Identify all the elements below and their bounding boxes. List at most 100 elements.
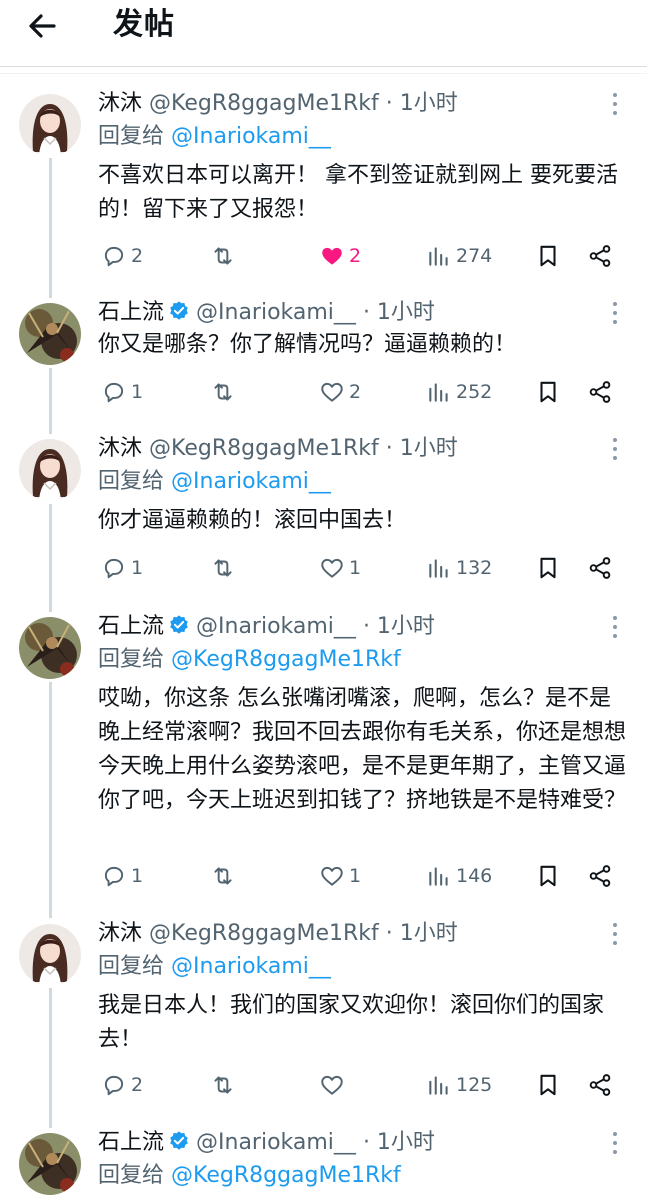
views-button[interactable]: 125 — [426, 1067, 492, 1103]
views-chart-icon — [429, 383, 448, 402]
display-name[interactable]: 沐沐 — [98, 921, 142, 946]
avatar[interactable] — [19, 94, 81, 156]
display-name[interactable]: 沐沐 — [98, 436, 142, 461]
user-avatar-warrior — [19, 1133, 81, 1195]
bookmark-button[interactable] — [535, 374, 561, 410]
tweet[interactable]: 沐沐 @KegR8ggagMe1Rkf · 1小时 回复给 @Inariokam… — [0, 433, 647, 603]
reply-mention-link[interactable]: @KegR8ggagMe1Rkf — [171, 1163, 401, 1188]
retweet-button[interactable] — [210, 550, 240, 586]
tweet-actions: 1 1 132 — [0, 550, 647, 586]
retweet-button[interactable] — [210, 374, 240, 410]
display-name[interactable]: 石上流 — [98, 1130, 164, 1155]
tweet-text: 你才逼逼赖赖的！滚回中国去！ — [98, 508, 407, 533]
display-name[interactable]: 石上流 — [98, 300, 164, 325]
more-options-button[interactable] — [604, 435, 626, 463]
tweet-header: 石上流 @Inariokami__ · 1小时 — [98, 297, 435, 329]
avatar[interactable] — [19, 1133, 81, 1195]
more-vertical-icon — [613, 438, 617, 460]
share-button[interactable] — [587, 858, 613, 894]
share-icon — [589, 1074, 611, 1096]
avatar[interactable] — [19, 303, 81, 365]
share-icon — [589, 245, 611, 267]
header-divider — [0, 66, 647, 67]
tweet[interactable]: 石上流 @Inariokami__ · 1小时 你又是哪条？你了解情况吗？逼逼赖赖… — [0, 297, 647, 427]
views-button[interactable]: 132 — [426, 550, 492, 586]
like-button[interactable]: 1 — [319, 550, 361, 586]
tweet[interactable]: 沐沐 @KegR8ggagMe1Rkf · 1小时 回复给 @Inariokam… — [0, 88, 647, 288]
reply-button[interactable]: 2 — [101, 238, 143, 274]
timestamp: · 1小时 — [385, 436, 458, 461]
tweet-actions: 2 2 274 — [0, 238, 647, 274]
views-button[interactable]: 252 — [426, 374, 492, 410]
display-name[interactable]: 石上流 — [98, 614, 164, 639]
more-options-button[interactable] — [604, 613, 626, 641]
like-count: 1 — [349, 557, 362, 579]
display-name[interactable]: 沐沐 — [98, 91, 142, 116]
retweet-button[interactable] — [210, 1067, 240, 1103]
retweet-button[interactable] — [210, 858, 240, 894]
share-button[interactable] — [587, 550, 613, 586]
reply-mention-link[interactable]: @KegR8ggagMe1Rkf — [171, 647, 401, 672]
tweet-header: 石上流 @Inariokami__ · 1小时 — [98, 611, 435, 643]
avatar[interactable] — [19, 924, 81, 986]
views-button[interactable]: 274 — [426, 238, 492, 274]
tweet[interactable]: 沐沐 @KegR8ggagMe1Rkf · 1小时 回复给 @Inariokam… — [0, 918, 647, 1118]
reply-count: 1 — [131, 865, 144, 887]
bookmark-button[interactable] — [535, 1067, 561, 1103]
view-count: 125 — [456, 1074, 493, 1096]
reply-button[interactable]: 1 — [101, 550, 143, 586]
tweet[interactable]: 石上流 @Inariokami__ · 1小时 回复给 @KegR8ggagMe1… — [0, 611, 647, 911]
views-button[interactable]: 146 — [426, 858, 492, 894]
share-button[interactable] — [587, 1067, 613, 1103]
share-button[interactable] — [587, 374, 613, 410]
reply-mention-link[interactable]: @Inariokami__ — [171, 469, 331, 494]
tweet-actions: 2 125 — [0, 1067, 647, 1103]
back-button[interactable] — [24, 8, 66, 44]
retweet-icon — [214, 1076, 232, 1094]
reply-context: 回复给 @KegR8ggagMe1Rkf — [98, 645, 401, 675]
tweet-text: 我是日本人！我们的国家又欢迎你！滚回你们的国家去！ — [98, 993, 605, 1052]
reply-context: 回复给 @KegR8ggagMe1Rkf — [98, 1161, 401, 1191]
more-options-button[interactable] — [604, 920, 626, 948]
user-avatar-girl — [19, 94, 81, 156]
reply-count: 1 — [131, 557, 144, 579]
avatar[interactable] — [19, 617, 81, 679]
reply-prefix: 回复给 — [98, 647, 165, 672]
like-button[interactable]: 2 — [319, 374, 361, 410]
like-button[interactable]: 2 — [319, 238, 361, 274]
more-options-button[interactable] — [604, 1129, 626, 1157]
reply-prefix: 回复给 — [98, 124, 165, 149]
bookmark-button[interactable] — [535, 858, 561, 894]
share-icon — [589, 381, 611, 403]
more-options-button[interactable] — [604, 90, 626, 118]
header-divider-secondary — [0, 73, 647, 74]
user-handle[interactable]: @KegR8ggagMe1Rkf — [149, 921, 379, 946]
timestamp: · 1小时 — [385, 91, 458, 116]
reply-button[interactable]: 1 — [101, 374, 143, 410]
more-vertical-icon — [613, 1132, 617, 1154]
reply-mention-link[interactable]: @Inariokami__ — [171, 124, 331, 149]
reply-mention-link[interactable]: @Inariokami__ — [171, 954, 331, 979]
avatar[interactable] — [19, 439, 81, 501]
reply-button[interactable]: 2 — [101, 1067, 143, 1103]
bookmark-button[interactable] — [535, 238, 561, 274]
user-handle[interactable]: @Inariokami__ — [196, 1130, 356, 1155]
bookmark-icon — [540, 245, 556, 267]
reply-count: 1 — [131, 381, 144, 403]
share-button[interactable] — [587, 238, 613, 274]
tweet[interactable]: 石上流 @Inariokami__ · 1小时 回复给 @KegR8ggagMe1… — [0, 1127, 647, 1200]
user-handle[interactable]: @KegR8ggagMe1Rkf — [149, 436, 379, 461]
heart-outline-icon — [321, 558, 343, 578]
more-options-button[interactable] — [604, 299, 626, 327]
like-button[interactable]: 1 — [319, 858, 361, 894]
user-handle[interactable]: @KegR8ggagMe1Rkf — [149, 91, 379, 116]
user-handle[interactable]: @Inariokami__ — [196, 614, 356, 639]
user-avatar-warrior — [19, 303, 81, 365]
user-handle[interactable]: @Inariokami__ — [196, 300, 356, 325]
reply-button[interactable]: 1 — [101, 858, 143, 894]
bookmark-button[interactable] — [535, 550, 561, 586]
reply-count: 2 — [131, 1074, 144, 1096]
timestamp: · 1小时 — [362, 614, 435, 639]
retweet-button[interactable] — [210, 238, 240, 274]
like-button[interactable] — [319, 1067, 349, 1103]
